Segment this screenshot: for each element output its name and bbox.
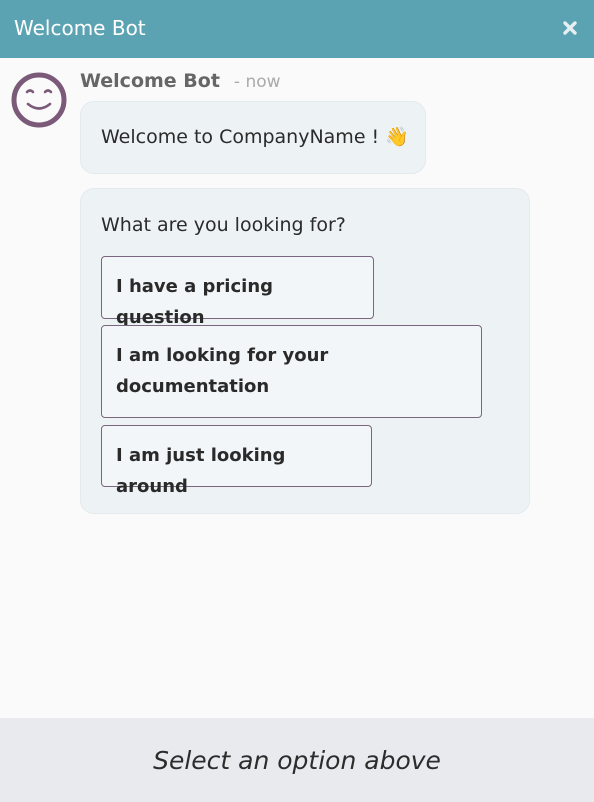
welcome-message-bubble: Welcome to CompanyName ! 👋: [80, 101, 426, 174]
question-message-bubble: What are you looking for? I have a prici…: [80, 188, 530, 514]
smiley-face-icon: [11, 72, 67, 128]
message-author: Welcome Bot: [80, 70, 220, 92]
welcome-message-text: Welcome to CompanyName !: [101, 126, 380, 148]
welcome-message: Welcome to CompanyName ! 👋: [101, 124, 409, 150]
option-button-looking-around[interactable]: I am just looking around: [101, 425, 372, 497]
waving-hand-icon: 👋: [385, 126, 409, 148]
bot-avatar: [11, 72, 67, 128]
chat-window: Welcome Bot Welcome Bot - now Welcome to…: [0, 0, 594, 802]
option-button-documentation[interactable]: I am looking for your documentation: [101, 325, 482, 418]
message-timestamp: - now: [233, 72, 281, 92]
chat-title: Welcome Bot: [14, 16, 146, 40]
footer-hint: Select an option above: [153, 745, 441, 775]
close-button[interactable]: [556, 14, 584, 42]
chat-footer: Select an option above: [0, 718, 594, 802]
message-author-line: Welcome Bot - now: [80, 70, 281, 94]
question-text: What are you looking for?: [101, 214, 346, 236]
option-button-pricing[interactable]: I have a pricing question: [101, 256, 374, 328]
chat-header: Welcome Bot: [0, 0, 594, 58]
close-icon: [563, 21, 577, 35]
